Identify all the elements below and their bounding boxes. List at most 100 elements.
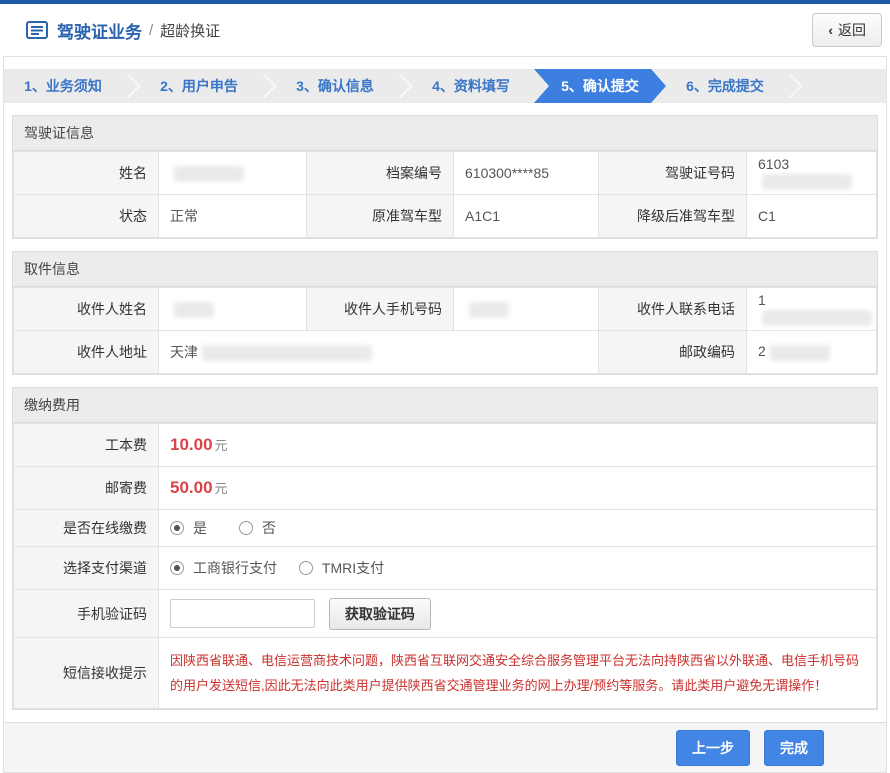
production-fee-unit: 元 [214, 438, 228, 453]
recipient-name-value [158, 287, 307, 331]
table-row: 选择支付渠道 工商银行支付 TMRI支付 [13, 546, 877, 590]
license-section-title: 驾驶证信息 [13, 116, 877, 151]
footer-action-bar: 上一步 完成 [4, 722, 886, 772]
table-row: 收件人姓名 收件人手机号码 收件人联系电话 1 [13, 287, 877, 331]
redacted-value [769, 344, 830, 361]
online-pay-yes-radio[interactable] [170, 521, 184, 535]
table-row: 工本费 10.00 元 [13, 423, 877, 467]
status-label: 状态 [13, 194, 159, 238]
step-separator [784, 69, 802, 103]
channel-icbc-radio[interactable] [170, 561, 184, 575]
postage-fee-amount: 50.00 [170, 478, 213, 497]
license-number-value: 6103 [746, 151, 877, 195]
sms-code-label: 手机验证码 [13, 589, 159, 638]
step-4-fill-data[interactable]: 4、资料填写 [412, 69, 530, 103]
status-value: 正常 [158, 194, 307, 238]
breadcrumb-separator: / [149, 21, 154, 39]
postage-fee-value: 50.00 元 [158, 466, 877, 510]
step-1-label: 1、业务须知 [24, 78, 102, 94]
recipient-mobile-value [453, 287, 599, 331]
channel-tmri-label: TMRI支付 [321, 560, 385, 576]
previous-step-button[interactable]: 上一步 [676, 729, 750, 766]
payment-channel-label: 选择支付渠道 [13, 546, 159, 590]
finish-button[interactable]: 完成 [764, 729, 824, 766]
online-pay-no-label: 否 [261, 520, 276, 536]
steps-bar-filler [802, 69, 886, 103]
redacted-value [174, 165, 244, 182]
channel-icbc-label: 工商银行支付 [193, 560, 277, 576]
breadcrumb: 驾驶证业务 / 超龄换证 [26, 18, 220, 43]
step-2-user-declaration[interactable]: 2、用户申告 [140, 69, 258, 103]
step-2-label: 2、用户申告 [160, 78, 238, 94]
file-number-label: 档案编号 [306, 151, 454, 195]
step-separator [258, 69, 276, 103]
page-header: 驾驶证业务 / 超龄换证 ‹ 返回 [0, 4, 890, 56]
redacted-value [469, 301, 509, 318]
redacted-value [762, 173, 852, 190]
downgraded-class-value: C1 [746, 194, 877, 238]
license-info-table: 姓名 档案编号 610300****85 驾驶证号码 6103 状态 正常 原准… [13, 151, 877, 238]
redacted-value [174, 301, 214, 318]
table-row: 手机验证码 获取验证码 [13, 589, 877, 638]
zip-code-label: 邮政编码 [598, 330, 747, 374]
table-row: 姓名 档案编号 610300****85 驾驶证号码 6103 [13, 151, 877, 195]
step-3-confirm-info[interactable]: 3、确认信息 [276, 69, 394, 103]
fees-section-title: 缴纳费用 [13, 388, 877, 423]
step-1-business-notice[interactable]: 1、业务须知 [4, 69, 122, 103]
table-row: 收件人地址 天津 邮政编码 2 [13, 330, 877, 374]
step-separator [394, 69, 412, 103]
back-button-label: 返回 [838, 22, 866, 38]
back-button[interactable]: ‹ 返回 [812, 13, 882, 47]
step-5-confirm-submit-active[interactable]: 5、确认提交 [534, 69, 666, 103]
get-code-button[interactable]: 获取验证码 [328, 597, 431, 630]
recipient-phone-value: 1 [746, 287, 877, 331]
downgraded-class-label: 降级后准驾车型 [598, 194, 747, 238]
pickup-section-title: 取件信息 [13, 252, 877, 287]
sms-notice-text: 因陕西省联通、电信运营商技术问题，陕西省互联网交通安全综合服务管理平台无法向持陕… [170, 653, 860, 693]
step-separator [122, 69, 140, 103]
back-chevron-icon: ‹ [828, 22, 833, 38]
online-pay-no-radio[interactable] [238, 521, 253, 535]
sms-code-input[interactable] [170, 599, 315, 628]
license-info-section: 驾驶证信息 姓名 档案编号 610300****85 驾驶证号码 6103 状态… [12, 115, 878, 239]
step-4-label: 4、资料填写 [432, 78, 510, 94]
pickup-info-section: 取件信息 收件人姓名 收件人手机号码 收件人联系电话 1 收件人地址 天津 邮政… [12, 251, 878, 375]
original-class-value: A1C1 [453, 194, 599, 238]
production-fee-amount: 10.00 [170, 435, 213, 454]
step-3-label: 3、确认信息 [296, 78, 374, 94]
table-row: 是否在线缴费 是 否 [13, 509, 877, 547]
production-fee-label: 工本费 [13, 423, 159, 467]
recipient-name-label: 收件人姓名 [13, 287, 159, 331]
payment-channel-options: 工商银行支付 TMRI支付 [158, 546, 877, 590]
production-fee-value: 10.00 元 [158, 423, 877, 467]
zip-code-value: 2 [746, 330, 877, 374]
sms-notice-cell: 因陕西省联通、电信运营商技术问题，陕西省互联网交通安全综合服务管理平台无法向持陕… [158, 637, 877, 709]
sms-code-row: 获取验证码 [158, 589, 877, 638]
name-label: 姓名 [13, 151, 159, 195]
license-number-label: 驾驶证号码 [598, 151, 747, 195]
online-pay-label: 是否在线缴费 [13, 509, 159, 547]
license-service-icon [26, 21, 48, 39]
recipient-address-value: 天津 [158, 330, 599, 374]
table-row: 短信接收提示 因陕西省联通、电信运营商技术问题，陕西省互联网交通安全综合服务管理… [13, 637, 877, 709]
page-title: 驾驶证业务 [57, 22, 142, 42]
sms-notice-label: 短信接收提示 [13, 637, 159, 709]
file-number-value: 610300****85 [453, 151, 599, 195]
name-value [158, 151, 307, 195]
online-pay-yes-label: 是 [193, 520, 207, 536]
fees-section: 缴纳费用 工本费 10.00 元 邮寄费 50.00 元 是否在线缴费 是 否 … [12, 387, 878, 710]
channel-tmri-radio[interactable] [298, 561, 313, 575]
postage-fee-unit: 元 [214, 481, 228, 496]
redacted-value [202, 345, 372, 362]
step-5-label: 5、确认提交 [561, 78, 639, 94]
postage-fee-label: 邮寄费 [13, 466, 159, 510]
table-row: 邮寄费 50.00 元 [13, 466, 877, 510]
fees-table: 工本费 10.00 元 邮寄费 50.00 元 是否在线缴费 是 否 选择支付渠… [13, 423, 877, 709]
step-6-finish-submit[interactable]: 6、完成提交 [666, 69, 784, 103]
recipient-address-label: 收件人地址 [13, 330, 159, 374]
redacted-value [762, 309, 872, 326]
main-container: 1、业务须知 2、用户申告 3、确认信息 4、资料填写 5、确认提交 6、完成提… [3, 56, 887, 773]
original-class-label: 原准驾车型 [306, 194, 454, 238]
recipient-phone-label: 收件人联系电话 [598, 287, 747, 331]
breadcrumb-current: 超龄换证 [160, 22, 221, 40]
